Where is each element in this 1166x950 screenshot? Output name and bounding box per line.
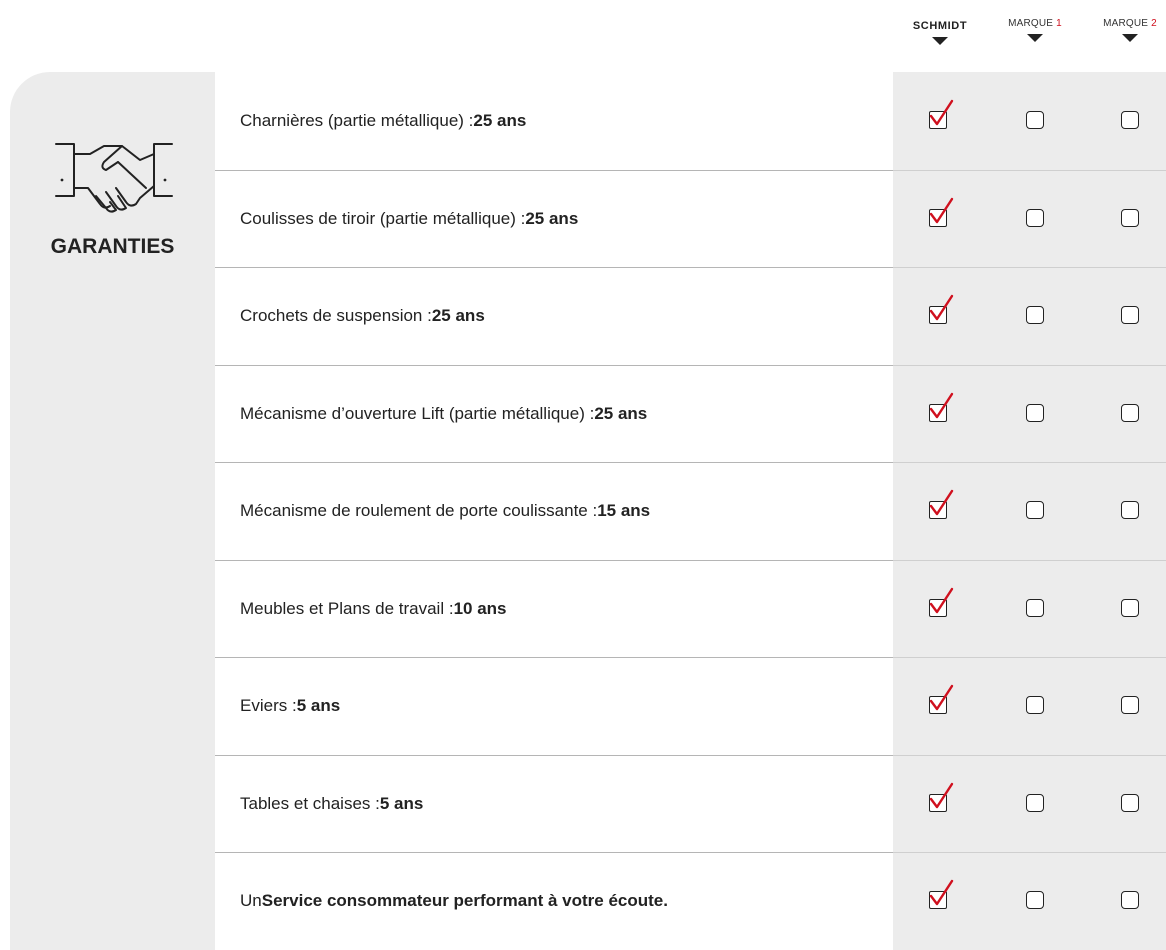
table-row: Un Service consommateur performant à vot… [215, 852, 1166, 950]
checkmark-icon [929, 295, 954, 321]
row-label: Un Service consommateur performant à vot… [215, 852, 893, 950]
checkbox-marque-2[interactable] [1121, 696, 1139, 715]
row-checks [893, 169, 1166, 268]
checkbox-schmidt[interactable] [929, 99, 954, 129]
checkmark-icon [929, 880, 954, 906]
checkbox-marque-2[interactable] [1121, 598, 1139, 617]
table-row: Mécanisme d’ouverture Lift (partie métal… [215, 364, 1166, 463]
row-checks [893, 462, 1166, 560]
row-checks [893, 72, 1166, 170]
checkbox-marque-1[interactable] [1026, 891, 1044, 910]
table-row: Coulisses de tiroir (partie métallique) … [215, 169, 1166, 268]
brand-column-marque-2[interactable]: MARQUE 2 [1085, 18, 1166, 42]
checkmark-icon [929, 587, 954, 613]
checkbox-schmidt[interactable] [929, 782, 954, 812]
checkbox-schmidt[interactable] [929, 197, 954, 227]
checkmark-icon [929, 490, 954, 516]
checkbox-schmidt[interactable] [929, 295, 954, 325]
table-row: Mécanisme de roulement de porte coulissa… [215, 462, 1166, 560]
brand-label: MARQUE 2 [1103, 18, 1157, 29]
checkbox-schmidt[interactable] [929, 587, 954, 617]
brand-column-marque-1[interactable]: MARQUE 1 [990, 18, 1080, 42]
checkbox-marque-1[interactable] [1026, 208, 1044, 227]
row-checks [893, 754, 1166, 853]
checkbox-schmidt[interactable] [929, 392, 954, 422]
schmidt-logo: SCHMIDT [912, 20, 968, 32]
checkbox-marque-2[interactable] [1121, 403, 1139, 422]
brand-column-schmidt[interactable]: SCHMIDT [895, 18, 985, 45]
row-checks [893, 364, 1166, 463]
checkbox-marque-1[interactable] [1026, 696, 1044, 715]
checkbox-schmidt[interactable] [929, 490, 954, 520]
row-label: Meubles et Plans de travail : 10 ans [215, 559, 893, 657]
row-checks [893, 852, 1166, 950]
row-label: Tables et chaises : 5 ans [215, 754, 893, 852]
checkmark-icon [929, 99, 954, 125]
checkmark-icon [929, 197, 954, 223]
row-label: Eviers : 5 ans [215, 657, 893, 755]
checkbox-marque-2[interactable] [1121, 793, 1139, 812]
checkbox-marque-2[interactable] [1121, 306, 1139, 325]
category-garanties: GARANTIES [10, 72, 215, 950]
handshake-icon [55, 143, 173, 213]
brand-header: SCHMIDT MARQUE 1 MARQUE 2 [0, 0, 1166, 72]
table-row: Charnières (partie métallique) : 25 ans [215, 72, 1166, 170]
checkmark-icon [929, 392, 954, 418]
checkbox-marque-2[interactable] [1121, 110, 1139, 129]
row-checks [893, 657, 1166, 755]
table-row: Crochets de suspension : 25 ans [215, 267, 1166, 365]
checkbox-marque-1[interactable] [1026, 598, 1044, 617]
checkmark-icon [929, 685, 954, 711]
table-row: Meubles et Plans de travail : 10 ans [215, 559, 1166, 658]
caret-down-icon [932, 37, 948, 45]
row-label: Coulisses de tiroir (partie métallique) … [215, 169, 893, 267]
checkbox-marque-1[interactable] [1026, 306, 1044, 325]
row-label: Crochets de suspension : 25 ans [215, 267, 893, 365]
checkbox-marque-1[interactable] [1026, 793, 1044, 812]
brand-label: MARQUE 1 [1008, 18, 1062, 29]
checkmark-icon [929, 782, 954, 808]
row-label: Mécanisme de roulement de porte coulissa… [215, 462, 893, 560]
table-row: Tables et chaises : 5 ans [215, 754, 1166, 853]
checkbox-marque-2[interactable] [1121, 501, 1139, 520]
row-label: Mécanisme d’ouverture Lift (partie métal… [215, 364, 893, 462]
checkbox-marque-1[interactable] [1026, 110, 1044, 129]
row-label: Charnières (partie métallique) : 25 ans [215, 72, 893, 170]
caret-down-icon [1027, 34, 1043, 42]
table-row: Eviers : 5 ans [215, 657, 1166, 755]
checkbox-marque-2[interactable] [1121, 891, 1139, 910]
guarantee-table: Charnières (partie métallique) : 25 ans … [215, 72, 1166, 950]
checkbox-schmidt[interactable] [929, 880, 954, 910]
checkbox-schmidt[interactable] [929, 685, 954, 715]
row-checks [893, 267, 1166, 365]
checkbox-marque-1[interactable] [1026, 403, 1044, 422]
checkbox-marque-2[interactable] [1121, 208, 1139, 227]
checkbox-marque-1[interactable] [1026, 501, 1044, 520]
row-checks [893, 559, 1166, 658]
caret-down-icon [1122, 34, 1138, 42]
category-title: GARANTIES [50, 235, 175, 258]
